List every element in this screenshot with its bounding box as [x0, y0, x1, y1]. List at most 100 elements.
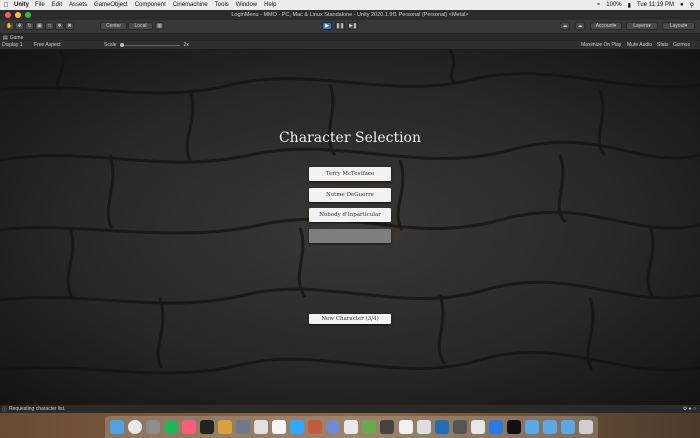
menu-component[interactable]: Component — [135, 2, 166, 8]
menu-gameobject[interactable]: GameObject — [94, 2, 128, 8]
status-bar: ⓘ Requesting character list. ⚙ ● ○ — [0, 405, 700, 413]
pause-button[interactable]: ❚❚ — [335, 22, 345, 30]
app-icon[interactable] — [470, 420, 485, 434]
app-icon[interactable] — [380, 420, 395, 434]
account-label: Account — [595, 23, 614, 29]
scale-value: 2x — [183, 42, 189, 48]
steam-icon[interactable] — [452, 420, 467, 434]
character-slot-1[interactable]: Terry McTestface — [309, 167, 391, 181]
slack-icon[interactable] — [344, 420, 359, 434]
close-window-button[interactable] — [5, 12, 11, 18]
macos-dock — [105, 416, 598, 438]
spotlight-icon[interactable]: ⚲ — [690, 2, 694, 9]
layout-dropdown[interactable]: Layout ▾ — [662, 22, 695, 30]
zoom-window-button[interactable] — [25, 12, 31, 18]
transform-tool-icon[interactable]: ❖ — [55, 22, 64, 30]
minecraft-icon[interactable] — [362, 420, 377, 434]
layout-label: Layout — [669, 23, 685, 29]
new-character-button[interactable]: New Character (3/4) — [309, 314, 391, 324]
battery-icon[interactable]: ▮ — [628, 2, 631, 9]
rect-tool-icon[interactable]: □ — [45, 22, 54, 30]
game-controls-bar: Display 1 Free Aspect Scale 2x Maximize … — [0, 41, 700, 50]
macos-menubar:  Unity File Edit Assets GameObject Comp… — [0, 0, 700, 10]
gizmos-dropdown[interactable]: Gizmos — [673, 42, 690, 48]
game-viewport[interactable]: Character Selection Terry McTestface Not… — [0, 50, 700, 405]
music-icon[interactable] — [182, 420, 197, 434]
pivot-label: Center — [105, 23, 121, 29]
unity-icon[interactable] — [506, 420, 521, 434]
scale-slider-thumb[interactable] — [119, 42, 124, 47]
character-slot-3[interactable]: Nobody d'Inparticular — [309, 208, 391, 222]
maximize-on-play-toggle[interactable]: Maximize On Play — [581, 42, 621, 48]
collab-icon[interactable]: ☁ — [560, 22, 570, 30]
user-icon[interactable]: ● — [680, 2, 684, 8]
tab-game[interactable]: Game — [10, 35, 24, 41]
screen-title: Character Selection — [278, 130, 422, 146]
minimize-window-button[interactable] — [15, 12, 21, 18]
mute-audio-toggle[interactable]: Mute Audio — [627, 42, 652, 48]
window-title: LoginMenu - MMO - PC, Mac & Linux Standa… — [231, 12, 469, 18]
window-controls — [5, 12, 31, 18]
display-dropdown[interactable]: Display 1 — [2, 42, 28, 48]
preview-icon[interactable] — [254, 420, 269, 434]
finder-icon[interactable] — [110, 420, 125, 434]
aspect-dropdown[interactable]: Free Aspect — [34, 42, 98, 48]
archive-icon[interactable] — [236, 420, 251, 434]
vscode-icon[interactable] — [488, 420, 503, 434]
menu-file[interactable]: File — [35, 2, 45, 8]
menu-window[interactable]: Window — [236, 2, 257, 8]
play-button[interactable]: ▶ — [322, 22, 332, 30]
app-icon[interactable] — [434, 420, 449, 434]
stats-toggle[interactable]: Stats — [657, 42, 668, 48]
wifi-icon[interactable]: ≈ — [597, 2, 600, 8]
window-titlebar: LoginMenu - MMO - PC, Mac & Linux Standa… — [0, 10, 700, 20]
downloads-folder-icon[interactable] — [560, 420, 575, 434]
game-view-icon: ▤ — [3, 34, 8, 41]
spotify-icon[interactable] — [164, 420, 179, 434]
scale-label: Scale — [104, 42, 117, 48]
scale-slider[interactable] — [119, 42, 180, 47]
menu-edit[interactable]: Edit — [52, 2, 62, 8]
photoshop-icon[interactable] — [290, 420, 305, 434]
info-icon: ⓘ — [2, 406, 8, 413]
game-tab-bar: ▤ Game — [0, 34, 700, 41]
app-menu[interactable]: Unity — [14, 2, 29, 8]
grid-snap-icon[interactable]: ▦ — [155, 22, 164, 30]
applications-folder-icon[interactable] — [542, 420, 557, 434]
custom-tool-icon[interactable]: ✖ — [65, 22, 74, 30]
account-dropdown[interactable]: Account ▾ — [590, 22, 622, 30]
menu-tools[interactable]: Tools — [215, 2, 229, 8]
character-slot-2[interactable]: Notme DeGuerre — [309, 188, 391, 202]
space-label: Local — [134, 23, 147, 29]
calendar-icon[interactable] — [272, 420, 287, 434]
app-icon[interactable] — [146, 420, 161, 434]
battery-percent: 100% — [606, 2, 622, 8]
apple-icon[interactable]:  — [0, 2, 12, 9]
menu-help[interactable]: Help — [264, 2, 276, 8]
clock[interactable]: Tue 11:19 PM — [637, 2, 674, 8]
status-message[interactable]: Requesting character list. — [9, 406, 65, 412]
pivot-center-toggle[interactable]: Center — [100, 22, 127, 30]
unity-toolbar: ✋ ✥ ↻ ▣ □ ❖ ✖ Center Local ▦ ▶ ❚❚ ▶❚ ☁ ☁… — [0, 20, 700, 34]
move-tool-icon[interactable]: ✥ — [15, 22, 24, 30]
layers-dropdown[interactable]: Layers ▾ — [626, 22, 658, 30]
sublime-icon[interactable] — [218, 420, 233, 434]
discord-icon[interactable] — [326, 420, 341, 434]
menu-cinemachine[interactable]: Cinemachine — [173, 2, 208, 8]
folder-icon[interactable] — [524, 420, 539, 434]
app-icon[interactable] — [308, 420, 323, 434]
menu-assets[interactable]: Assets — [69, 2, 87, 8]
terminal-icon[interactable] — [200, 420, 215, 434]
cloud-icon[interactable]: ☁ — [575, 22, 585, 30]
scale-tool-icon[interactable]: ▣ — [35, 22, 44, 30]
app-icon[interactable] — [416, 420, 431, 434]
status-icons: ⚙ ● ○ — [682, 406, 696, 412]
chrome-icon[interactable] — [128, 420, 143, 434]
trash-icon[interactable] — [578, 420, 593, 434]
character-slot-4[interactable] — [309, 229, 391, 243]
textedit-icon[interactable] — [398, 420, 413, 434]
step-button[interactable]: ▶❚ — [348, 22, 358, 30]
space-local-toggle[interactable]: Local — [128, 22, 153, 30]
rotate-tool-icon[interactable]: ↻ — [25, 22, 34, 30]
hand-tool-icon[interactable]: ✋ — [5, 22, 14, 30]
